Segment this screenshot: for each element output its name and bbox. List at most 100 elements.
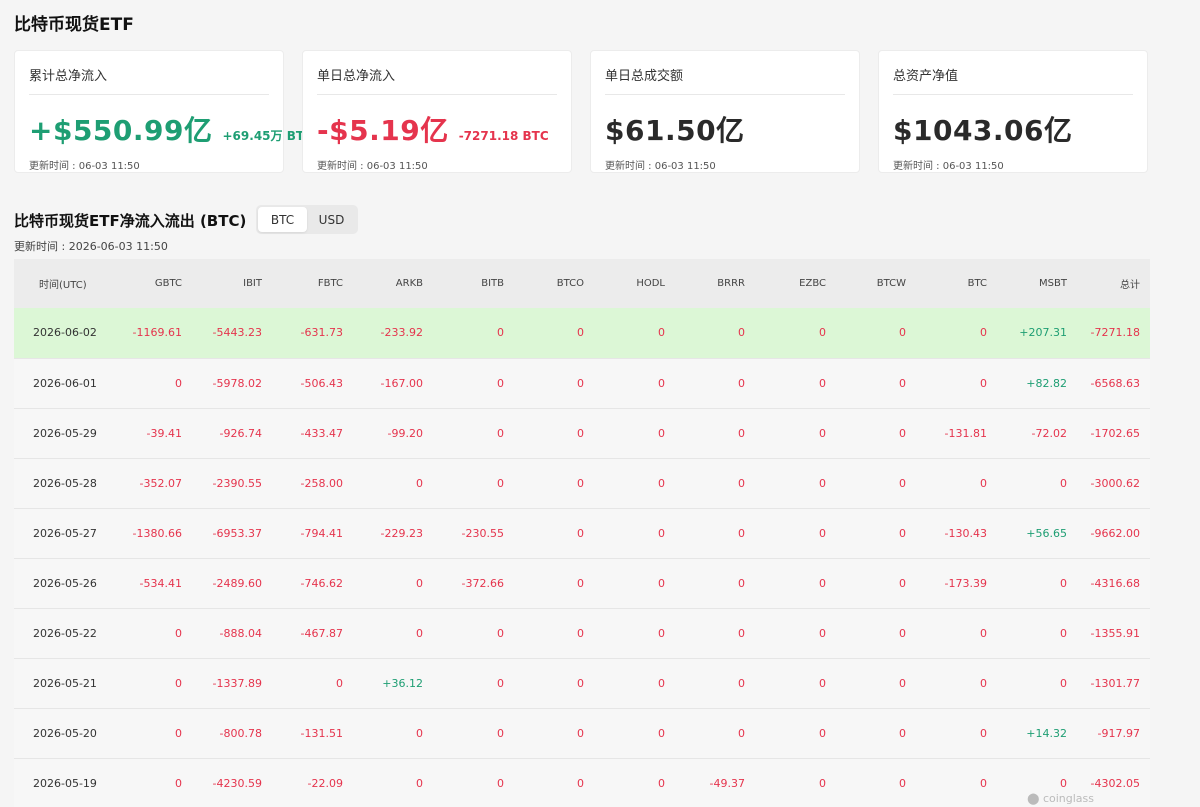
flow-cell: -4316.68 — [1077, 558, 1150, 609]
flow-cell: -3000.62 — [1077, 458, 1150, 509]
flow-cell: 0 — [112, 358, 192, 409]
date-cell: 2026-05-19 — [14, 758, 112, 807]
flow-cell: -5978.02 — [192, 358, 272, 409]
flow-cell: 0 — [514, 658, 594, 709]
flow-cell: 0 — [997, 658, 1077, 709]
table-body: 2026-06-02 -1169.61 -5443.23 -631.73 -233.92… — [14, 308, 1150, 807]
toggle-btc-button[interactable]: BTC — [258, 207, 307, 232]
flow-cell: 0 — [514, 508, 594, 559]
flow-cell: 0 — [675, 508, 755, 559]
card-label: 单日总净流入 — [317, 65, 557, 95]
flow-cell: 0 — [353, 558, 433, 609]
flow-cell: -534.41 — [112, 558, 192, 609]
card-value: $1043.06亿 — [893, 114, 1073, 147]
date-cell: 2026-05-28 — [14, 458, 112, 509]
flow-cell: 0 — [353, 458, 433, 509]
flow-cell: 0 — [594, 508, 675, 559]
flow-cell: 0 — [514, 308, 594, 359]
flow-cell: 0 — [997, 608, 1077, 659]
column-header: BTCO — [514, 259, 594, 308]
flow-cell: -9662.00 — [1077, 508, 1150, 559]
flow-cell: -746.62 — [272, 558, 353, 609]
flow-cell: 0 — [916, 708, 997, 759]
flow-cell: 0 — [755, 358, 836, 409]
card-sub-value: +69.45万 BTC — [222, 129, 313, 143]
toggle-usd-button[interactable]: USD — [307, 207, 356, 232]
flow-cell: -4230.59 — [192, 758, 272, 807]
flow-cell: 0 — [594, 758, 675, 807]
flow-cell: -433.47 — [272, 408, 353, 459]
flow-cell: -258.00 — [272, 458, 353, 509]
flow-cell: 0 — [755, 608, 836, 659]
flow-cell: 0 — [433, 358, 514, 409]
section-update-time: 更新时间 : 2026-06-03 11:50 — [14, 240, 168, 253]
column-header: IBIT — [192, 259, 272, 308]
flow-cell: -6568.63 — [1077, 358, 1150, 409]
flow-cell: +82.82 — [997, 358, 1077, 409]
flow-cell: -230.55 — [433, 508, 514, 559]
flow-cell: -7271.18 — [1077, 308, 1150, 359]
flow-cell: 0 — [675, 358, 755, 409]
flow-cell: -49.37 — [675, 758, 755, 807]
flow-cell: -506.43 — [272, 358, 353, 409]
card-update-time: 更新时间 : 06-03 11:50 — [893, 161, 1004, 172]
flow-cell: 0 — [594, 558, 675, 609]
date-cell: 2026-06-01 — [14, 358, 112, 409]
column-header: BITB — [433, 259, 514, 308]
table-row: 2026-05-28 -352.07 -2390.55 -258.00 0 0 0 0 0 0 0 0… — [14, 458, 1150, 509]
flow-cell: -1337.89 — [192, 658, 272, 709]
card-value: +$550.99亿 — [29, 114, 213, 147]
flow-cell: 0 — [916, 308, 997, 359]
card-cumulative-inflow: 累计总净流入 +$550.99亿 +69.45万 BTC 更新时间 : 06-0… — [14, 50, 313, 173]
flow-cell: -72.02 — [997, 408, 1077, 459]
flow-cell: 0 — [755, 508, 836, 559]
flow-cell: -917.97 — [1077, 708, 1150, 759]
card-label: 总资产净值 — [893, 65, 1133, 95]
flow-cell: 0 — [272, 658, 353, 709]
flow-cell: 0 — [755, 408, 836, 459]
table-row: 2026-05-20 0 -800.78 -131.51 0 0 0 0 0 0 0 0 +14.32-… — [14, 708, 1150, 759]
card-update-time: 更新时间 : 06-03 11:50 — [317, 161, 428, 172]
flow-cell: -131.51 — [272, 708, 353, 759]
flow-cell: 0 — [433, 758, 514, 807]
flow-cell: 0 — [675, 408, 755, 459]
flow-cell: 0 — [514, 558, 594, 609]
card-total-net-assets: 总资产净值 $1043.06亿 更新时间 : 06-03 11:50 — [878, 50, 1148, 173]
column-header: 总计 — [1077, 259, 1150, 308]
flow-cell: -1702.65 — [1077, 408, 1150, 459]
flow-cell: 0 — [916, 658, 997, 709]
page-title: 比特币现货ETF — [14, 15, 134, 35]
flow-cell: 0 — [836, 708, 916, 759]
flow-cell: 0 — [916, 458, 997, 509]
etf-flow-table: 时间(UTC) GBTC IBIT FBTC ARKB BITB BTCO HODL BRRR E… — [14, 259, 1150, 807]
flow-cell: -99.20 — [353, 408, 433, 459]
flow-cell: -926.74 — [192, 408, 272, 459]
card-value: -$5.19亿 — [317, 114, 449, 147]
flow-cell: 0 — [675, 458, 755, 509]
table-row: 2026-05-29 -39.41 -926.74 -433.47 -99.20 0 0 0 0… — [14, 408, 1150, 459]
flow-cell: 0 — [916, 758, 997, 807]
flow-cell: 0 — [675, 308, 755, 359]
flow-cell: -22.09 — [272, 758, 353, 807]
date-cell: 2026-05-22 — [14, 608, 112, 659]
flow-cell: -39.41 — [112, 408, 192, 459]
column-header: 时间(UTC) — [14, 259, 112, 308]
flow-cell: 0 — [514, 408, 594, 459]
flow-cell: 0 — [433, 658, 514, 709]
column-header: FBTC — [272, 259, 353, 308]
flow-cell: 0 — [755, 308, 836, 359]
flow-cell: 0 — [353, 708, 433, 759]
flow-cell: -173.39 — [916, 558, 997, 609]
flow-cell: -2390.55 — [192, 458, 272, 509]
flow-cell: 0 — [112, 758, 192, 807]
card-value: $61.50亿 — [605, 114, 745, 147]
flow-cell: -467.87 — [272, 608, 353, 659]
flow-cell: 0 — [675, 708, 755, 759]
flow-cell: -2489.60 — [192, 558, 272, 609]
flow-cell: 0 — [836, 508, 916, 559]
flow-cell: 0 — [755, 458, 836, 509]
column-header: BTC — [916, 259, 997, 308]
flow-cell: -1380.66 — [112, 508, 192, 559]
flow-cell: 0 — [755, 708, 836, 759]
flow-cell: 0 — [755, 758, 836, 807]
